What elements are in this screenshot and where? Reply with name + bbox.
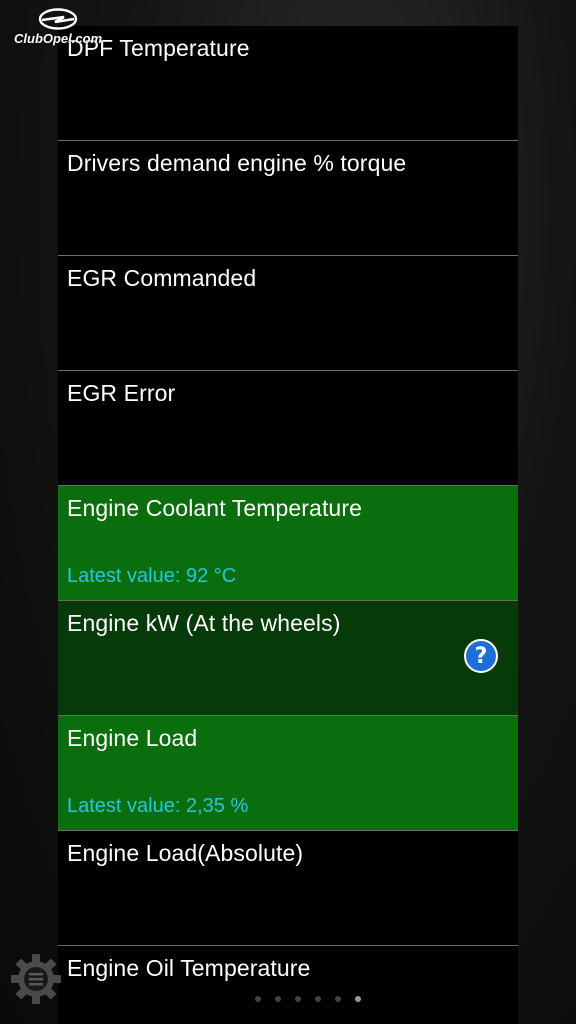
sensor-title: Drivers demand engine % torque [67, 150, 407, 176]
page-dot [315, 996, 321, 1002]
sensor-list[interactable]: DPF Temperature Drivers demand engine % … [58, 26, 518, 1024]
sensor-row-drivers-demand-torque[interactable]: Drivers demand engine % torque [58, 141, 518, 256]
watermark: ClubOpel.com [14, 8, 102, 46]
sensor-row-engine-kw-wheels[interactable]: Engine kW (At the wheels) ? [58, 601, 518, 716]
sensor-row-egr-commanded[interactable]: EGR Commanded [58, 256, 518, 371]
page-dot [295, 996, 301, 1002]
watermark-text: ClubOpel.com [14, 31, 103, 46]
page-indicator [0, 996, 576, 1006]
page-dot-current [355, 996, 361, 1002]
opel-logo-icon [38, 8, 78, 30]
sensor-row-dpf-temperature[interactable]: DPF Temperature [58, 26, 518, 141]
sensor-latest-value: Latest value: 2,35 % [67, 795, 249, 817]
sensor-title: Engine Coolant Temperature [67, 495, 362, 521]
sensor-title: Engine Oil Temperature [67, 955, 311, 981]
sensor-row-engine-oil-temperature[interactable]: Engine Oil Temperature [58, 946, 518, 1024]
sensor-title: EGR Error [67, 380, 176, 406]
help-icon[interactable]: ? [464, 639, 498, 673]
sensor-row-egr-error[interactable]: EGR Error [58, 371, 518, 486]
page-dot [275, 996, 281, 1002]
sensor-title: Engine kW (At the wheels) [67, 610, 341, 636]
sensor-title: Engine Load(Absolute) [67, 840, 304, 866]
sensor-latest-value: Latest value: 92 °C [67, 565, 237, 587]
sensor-title: Engine Load [67, 725, 198, 751]
page-dot [255, 996, 261, 1002]
sensor-row-engine-coolant-temperature[interactable]: Engine Coolant Temperature Latest value:… [58, 486, 518, 601]
page-dot [335, 996, 341, 1002]
sensor-row-engine-load[interactable]: Engine Load Latest value: 2,35 % [58, 716, 518, 831]
sensor-title: EGR Commanded [67, 265, 257, 291]
sensor-row-engine-load-absolute[interactable]: Engine Load(Absolute) [58, 831, 518, 946]
